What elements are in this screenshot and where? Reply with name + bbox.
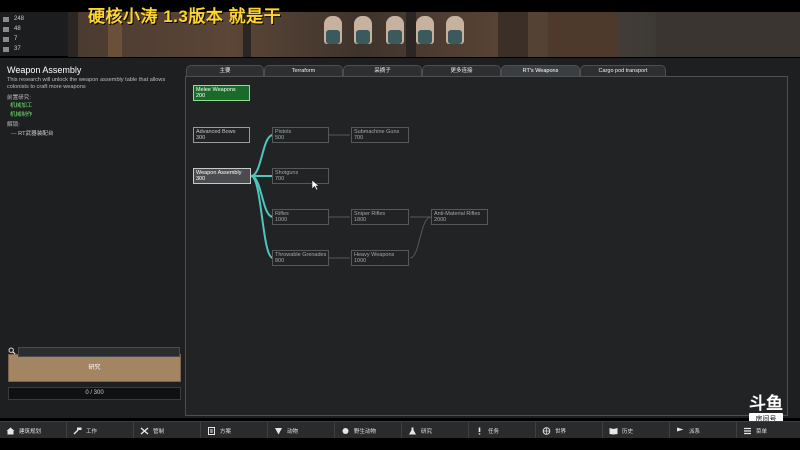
paw-icon (275, 427, 282, 434)
colonist-portrait[interactable] (416, 16, 434, 44)
bottom-tab-animals[interactable]: 动物 (268, 422, 335, 439)
project-description: This research will unlock the weapon ass… (7, 77, 166, 90)
book-icon (609, 427, 618, 434)
silver-icon (3, 16, 9, 22)
research-node-shotguns[interactable]: Shotguns 700 (272, 168, 329, 184)
bottom-tab-menu[interactable]: 菜单 (737, 422, 800, 439)
house-icon (6, 427, 15, 434)
mouse-cursor-icon (311, 179, 320, 191)
tools-icon (140, 426, 149, 435)
resource-row[interactable]: 48 (3, 26, 21, 32)
bottom-tab-factions[interactable]: 派系 (670, 422, 737, 439)
bottom-tab-research[interactable]: 研究 (402, 422, 469, 439)
research-node-pistols[interactable]: Pistols 500 (272, 127, 329, 143)
food-icon (3, 26, 9, 32)
bottom-tab-history[interactable]: 历史 (603, 422, 670, 439)
research-node-submachine-guns[interactable]: Submachine Guns 700 (351, 127, 409, 143)
search-icon (8, 347, 16, 355)
bottom-tab-work[interactable]: 工作 (67, 422, 134, 439)
letterbox-bottom (0, 438, 800, 450)
prerequisite-item[interactable]: 机械制作 (10, 110, 32, 118)
hammer-icon (73, 427, 82, 434)
globe-icon (542, 426, 551, 435)
wild-animal-icon (342, 427, 349, 434)
research-node-heavy-weapons[interactable]: Heavy Weapons 1000 (351, 250, 409, 266)
colonist-portrait[interactable] (324, 16, 342, 44)
flask-icon (409, 427, 416, 434)
colonist-portrait[interactable] (446, 16, 464, 44)
research-node-anti-material-rifles[interactable]: Anti-Material Rifles 2000 (431, 209, 488, 225)
research-button[interactable]: 研究 (8, 354, 181, 382)
resource-row[interactable]: 248 (3, 16, 24, 22)
research-progress-bar: 0 / 300 (8, 387, 181, 400)
bottom-tab-world[interactable]: 世界 (536, 422, 603, 439)
resource-readout: 248 48 7 37 (0, 12, 68, 56)
bottom-tab-policies[interactable]: 方案 (201, 422, 268, 439)
quest-icon (478, 427, 481, 434)
research-node-sniper-rifles[interactable]: Sniper Rifles 1800 (351, 209, 409, 225)
colonist-portrait[interactable] (386, 16, 404, 44)
bottom-tab-assign[interactable]: 管制 (134, 422, 201, 439)
research-node-advanced-bows[interactable]: Advanced Bows 300 (193, 127, 250, 143)
unlocks-label: 解锁: (7, 122, 20, 128)
research-node-rifles[interactable]: Rifles 1000 (272, 209, 329, 225)
resource-row[interactable]: 7 (3, 36, 17, 42)
main-tab-bar: 建筑规划 工作 管制 方案 动物 野生动物 研究 任务 世界 历史 派系 菜单 (0, 421, 800, 439)
medicine-icon (3, 36, 9, 42)
svg-text:斗鱼: 斗鱼 (749, 393, 783, 414)
unlock-item[interactable]: — RT武器装配台 (11, 129, 53, 137)
resource-row[interactable]: 37 (3, 46, 21, 52)
research-node-throwable-grenades[interactable]: Throwable Grenades 800 (272, 250, 329, 266)
menu-icon (744, 427, 751, 434)
research-info-panel: Weapon Assembly This research will unloc… (0, 58, 185, 418)
clipboard-icon (208, 426, 215, 435)
bottom-tab-wildlife[interactable]: 野生动物 (335, 422, 402, 439)
research-node-melee-weapons[interactable]: Melee Weapons 200 (193, 85, 250, 101)
stream-overlay-title: 硬核小涛 1.3版本 就是干 (88, 7, 282, 26)
steel-icon (3, 46, 9, 52)
prerequisite-item[interactable]: 机械加工 (10, 101, 32, 109)
project-title: Weapon Assembly (7, 65, 82, 75)
prerequisites-label: 前置研究: (7, 95, 31, 101)
colonist-portrait[interactable] (354, 16, 372, 44)
bottom-tab-quests[interactable]: 任务 (469, 422, 536, 439)
faction-icon (677, 427, 684, 434)
bottom-tab-architect[interactable]: 建筑规划 (0, 422, 67, 439)
research-node-weapon-assembly[interactable]: Weapon Assembly 300 (193, 168, 251, 184)
search-input[interactable] (18, 347, 180, 357)
